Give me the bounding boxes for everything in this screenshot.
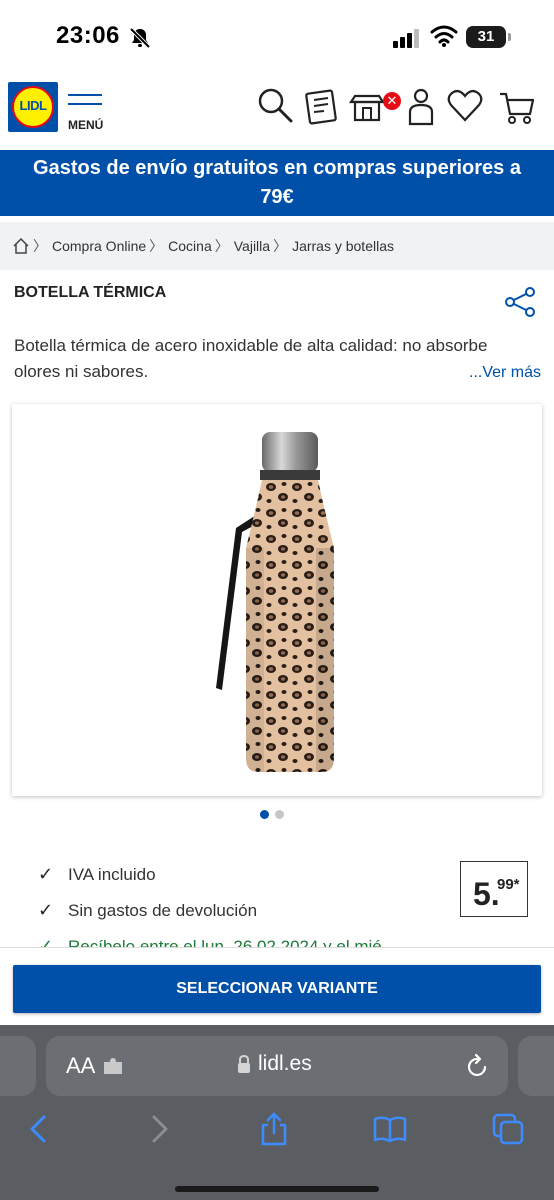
bookmarks-icon[interactable] [372, 1111, 408, 1147]
menu-icon [68, 94, 102, 96]
bell-slash-icon [129, 27, 151, 49]
product-description: Botella térmica de acero inoxidable de a… [14, 336, 488, 381]
product-image-bottle [216, 432, 334, 772]
check-icon: ✓ [38, 864, 54, 884]
select-variant-button[interactable]: SELECCIONAR VARIANTE [13, 965, 541, 1013]
chevron-right-icon: 〉 [33, 238, 47, 254]
status-bar: 23:06 31 [0, 0, 554, 76]
signal-icon [393, 29, 419, 48]
check-icon: ✓ [38, 900, 54, 920]
brochure-icon[interactable] [302, 86, 340, 126]
cart-icon[interactable] [498, 86, 536, 126]
reader-aa-button[interactable]: AA [66, 1053, 95, 1079]
heart-icon[interactable] [446, 86, 484, 126]
breadcrumb: 〉 Compra Online 〉 Cocina 〉 Vajilla 〉 Jar… [0, 222, 554, 270]
user-icon[interactable] [402, 86, 440, 126]
store-badge: ✕ [383, 92, 401, 110]
browser-toolbar: AA lidl.es [0, 1025, 554, 1200]
chevron-right-icon: 〉 [149, 238, 164, 254]
forward-icon [152, 1115, 168, 1143]
price-box: 5. 99* [460, 861, 528, 917]
price-integer: 5. [473, 876, 500, 912]
carousel-dots [260, 806, 290, 824]
benefit-iva-label: IVA incluido [68, 865, 156, 884]
wifi-icon [430, 25, 458, 47]
breadcrumb-item-jarras-y-botellas[interactable]: Jarras y botellas [292, 238, 394, 254]
product-title: BOTELLA TÉRMICA [14, 284, 167, 301]
back-icon[interactable] [22, 1111, 58, 1147]
next-tab-pill[interactable] [518, 1036, 554, 1096]
price-decimal: 99* [497, 876, 520, 893]
tabs-icon[interactable] [490, 1111, 526, 1147]
share-icon[interactable] [504, 286, 536, 318]
reload-icon[interactable] [466, 1053, 490, 1079]
extension-icon[interactable] [102, 1056, 124, 1076]
lock-icon [238, 1054, 250, 1073]
see-more-link[interactable]: ...Ver más [469, 364, 541, 382]
chevron-right-icon: 〉 [214, 238, 229, 254]
url-text[interactable]: lidl.es [258, 1052, 312, 1076]
home-icon[interactable] [12, 237, 30, 255]
breadcrumb-item-compra-online[interactable]: Compra Online [52, 238, 146, 254]
benefit-returns: ✓ Sin gastos de devolución [38, 900, 257, 921]
logo-text: LIDL [19, 98, 47, 113]
breadcrumb-item-cocina[interactable]: Cocina [168, 238, 212, 254]
share-sheet-icon[interactable] [256, 1111, 292, 1147]
free-shipping-banner: Gastos de envío gratuitos en compras sup… [0, 150, 554, 216]
product-image-carousel[interactable] [12, 404, 542, 796]
sticky-cta-area: SELECCIONAR VARIANTE [0, 947, 554, 1025]
battery-icon: 31 [466, 26, 511, 48]
lidl-logo[interactable]: LIDL [8, 82, 58, 132]
carousel-dot-active[interactable] [260, 810, 269, 819]
previous-tab-pill[interactable] [0, 1036, 36, 1096]
store-icon[interactable] [348, 86, 386, 126]
benefit-iva: ✓ IVA incluido [38, 864, 156, 885]
address-bar[interactable]: AA lidl.es [46, 1036, 508, 1096]
breadcrumb-item-vajilla[interactable]: Vajilla [234, 238, 270, 254]
status-time: 23:06 [56, 22, 120, 49]
home-indicator [175, 1186, 379, 1192]
menu-label[interactable]: MENÚ [68, 118, 103, 132]
benefit-returns-label: Sin gastos de devolución [68, 901, 258, 920]
menu-icon-bar [68, 103, 102, 105]
site-header: LIDL MENÚ ✕ [0, 76, 554, 150]
carousel-dot[interactable] [275, 810, 284, 819]
chevron-right-icon: 〉 [273, 238, 288, 254]
search-icon[interactable] [256, 86, 294, 126]
